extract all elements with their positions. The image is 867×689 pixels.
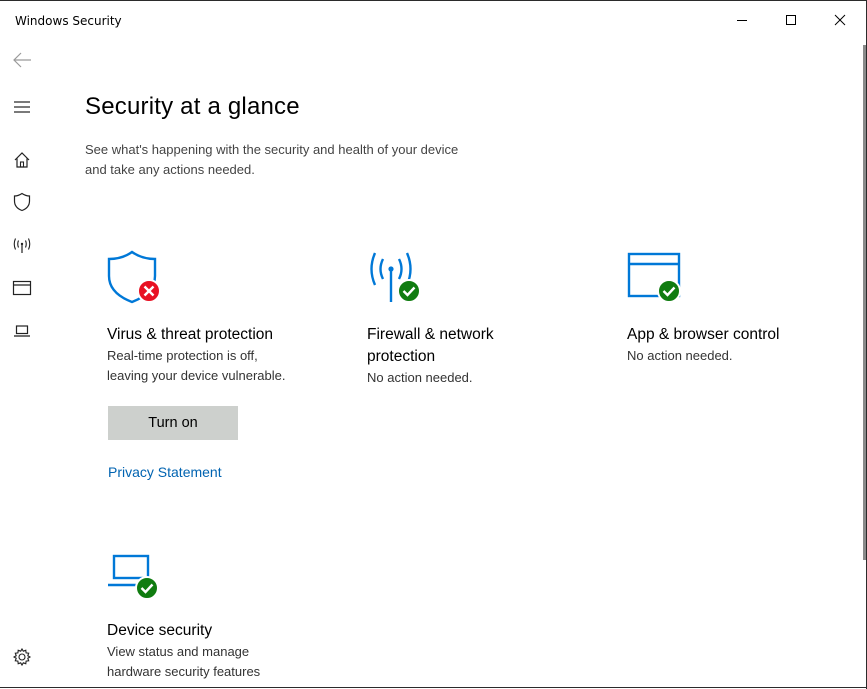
tile-description-line2: hardware security features bbox=[107, 664, 261, 679]
tile-description-line1: Real-time protection is off, bbox=[107, 348, 258, 363]
tile-app-browser-control[interactable]: App & browser control No action needed. bbox=[627, 249, 847, 366]
tile-title-line1: Firewall & network bbox=[367, 326, 494, 343]
home-icon bbox=[14, 152, 30, 168]
maximize-icon bbox=[786, 15, 796, 25]
tile-title: Virus & threat protection bbox=[107, 326, 273, 343]
minimize-button[interactable] bbox=[718, 1, 766, 39]
shield-icon bbox=[13, 192, 31, 212]
laptop-icon bbox=[14, 325, 30, 337]
gear-icon bbox=[12, 647, 32, 667]
tile-description: Real-time protection is off, leaving you… bbox=[107, 346, 327, 386]
hamburger-menu-button[interactable] bbox=[10, 95, 34, 119]
windows-security-window: Windows Security Security at a glance Se… bbox=[0, 0, 867, 689]
tile-device-security[interactable]: Device security View status and manage h… bbox=[107, 547, 327, 682]
navigation-sidebar bbox=[0, 39, 44, 689]
title-bar: Windows Security bbox=[0, 1, 867, 39]
page-subtitle: See what's happening with the security a… bbox=[85, 140, 515, 180]
back-arrow-icon bbox=[13, 52, 31, 68]
tile-description-line2: leaving your device vulnerable. bbox=[107, 368, 286, 383]
tile-description: No action needed. bbox=[367, 370, 473, 385]
nav-settings[interactable] bbox=[10, 645, 34, 669]
minimize-icon bbox=[737, 20, 747, 21]
turn-on-button[interactable]: Turn on bbox=[108, 406, 238, 440]
maximize-button[interactable] bbox=[767, 1, 815, 39]
nav-firewall-network[interactable] bbox=[10, 233, 34, 257]
tile-virus-threat-protection[interactable]: Virus & threat protection Real-time prot… bbox=[107, 249, 327, 386]
laptop-ok-icon bbox=[108, 554, 159, 600]
nav-app-browser[interactable] bbox=[10, 276, 34, 300]
close-icon bbox=[834, 14, 846, 26]
page-subtitle-line2: and take any actions needed. bbox=[85, 162, 255, 177]
page-title: Security at a glance bbox=[85, 93, 300, 120]
tile-description-line1: View status and manage bbox=[107, 644, 250, 659]
app-browser-ok-icon bbox=[627, 252, 681, 303]
network-antenna-ok-icon bbox=[370, 252, 421, 303]
app-browser-icon bbox=[12, 280, 32, 296]
nav-device-security[interactable] bbox=[10, 319, 34, 343]
nav-virus-threat[interactable] bbox=[10, 190, 34, 214]
back-button[interactable] bbox=[10, 48, 34, 72]
virus-threat-tile-icon bbox=[107, 249, 167, 304]
network-antenna-icon bbox=[13, 238, 31, 253]
tile-description: View status and manage hardware security… bbox=[107, 642, 327, 682]
tile-description: No action needed. bbox=[627, 348, 733, 363]
hamburger-menu-icon bbox=[14, 101, 30, 113]
tile-title: Device security bbox=[107, 622, 213, 639]
shield-error-icon bbox=[107, 250, 161, 304]
page-subtitle-line1: See what's happening with the security a… bbox=[85, 142, 459, 157]
window-title: Windows Security bbox=[15, 14, 122, 28]
tile-title-line2: protection bbox=[367, 348, 436, 365]
nav-home[interactable] bbox=[10, 148, 34, 172]
device-security-tile-icon bbox=[107, 547, 167, 602]
close-button[interactable] bbox=[816, 1, 864, 39]
app-browser-tile-icon bbox=[627, 249, 687, 304]
tile-firewall-network-protection[interactable]: Firewall & network protection No action … bbox=[367, 249, 587, 388]
firewall-tile-icon bbox=[367, 249, 427, 304]
privacy-statement-link[interactable]: Privacy Statement bbox=[108, 464, 222, 480]
tile-title: App & browser control bbox=[627, 326, 780, 343]
tile-title: Firewall & network protection bbox=[367, 324, 587, 368]
